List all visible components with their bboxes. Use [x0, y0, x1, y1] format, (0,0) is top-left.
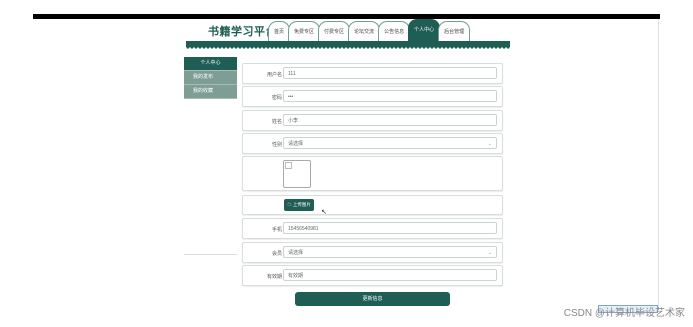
chevron-down-icon: ⌄: [487, 250, 492, 256]
gender-select[interactable]: 请选择 ⌄: [283, 137, 497, 149]
expiry-input[interactable]: 有效期: [283, 269, 497, 281]
csdn-watermark: CSDN @计算机毕设艺术家: [563, 308, 685, 319]
sidebar-item-profile[interactable]: 个人中心: [184, 57, 237, 71]
username-label: 用户名: [266, 72, 282, 78]
member-row: 会员 请选择 ⌄: [242, 242, 503, 263]
nav-tab-paid[interactable]: 付费专区: [318, 21, 351, 43]
username-input[interactable]: 111: [283, 67, 497, 79]
upload-row: ☁ 上传图片: [242, 195, 503, 215]
upload-image-button[interactable]: ☁ 上传图片: [284, 199, 314, 211]
name-row: 姓名 小李: [242, 110, 503, 131]
nav-tab-admin[interactable]: 后台管理: [438, 21, 471, 43]
image-preview: [283, 160, 311, 188]
chevron-down-icon: ⌄: [487, 141, 492, 147]
password-row: 密码 •••: [242, 86, 503, 107]
member-label: 会员: [271, 251, 282, 257]
image-preview-row: [242, 156, 503, 191]
sidebar-item-favorites[interactable]: 我的收藏: [184, 85, 237, 99]
gender-row: 性别 请选择 ⌄: [242, 133, 503, 154]
update-info-button[interactable]: 更新信息: [295, 292, 450, 306]
sidebar: 个人中心 我的发布 我的收藏: [184, 57, 237, 255]
nav-tab-notice[interactable]: 公告信息: [378, 21, 411, 43]
nav-tab-forum[interactable]: 论坛交流: [348, 21, 381, 43]
expiry-label: 有效期: [266, 274, 282, 280]
header-scallop-border: [186, 41, 510, 50]
member-select-value: 请选择: [288, 250, 304, 256]
member-select[interactable]: 请选择 ⌄: [283, 246, 497, 258]
gender-select-value: 请选择: [288, 141, 304, 147]
content-right-edge: [658, 19, 659, 309]
sidebar-item-my-posts[interactable]: 我的发布: [184, 71, 237, 85]
phone-input[interactable]: 15456540981: [283, 222, 497, 234]
mouse-cursor-icon: ↖: [321, 209, 327, 216]
site-title: 书籍学习平台: [208, 26, 277, 38]
gender-label: 性别: [271, 142, 282, 148]
phone-label: 手机: [271, 227, 282, 233]
nav-tab-profile[interactable]: 个人中心: [408, 19, 441, 43]
nav-tab-home[interactable]: 首页: [268, 21, 291, 43]
name-input[interactable]: 小李: [283, 114, 497, 126]
main-nav: 首页 免费专区 付费专区 论坛交流 公告信息 个人中心 后台管理: [268, 19, 471, 43]
phone-row: 手机 15456540981: [242, 218, 503, 239]
cloud-upload-icon: ☁: [287, 202, 292, 207]
upload-button-label: 上传图片: [292, 202, 311, 207]
expiry-row: 有效期 有效期: [242, 265, 503, 286]
password-label: 密码: [271, 95, 282, 101]
password-input[interactable]: •••: [283, 90, 497, 102]
nav-tab-free[interactable]: 免费专区: [288, 21, 321, 43]
username-row: 用户名 111: [242, 63, 503, 84]
name-label: 姓名: [271, 119, 282, 125]
